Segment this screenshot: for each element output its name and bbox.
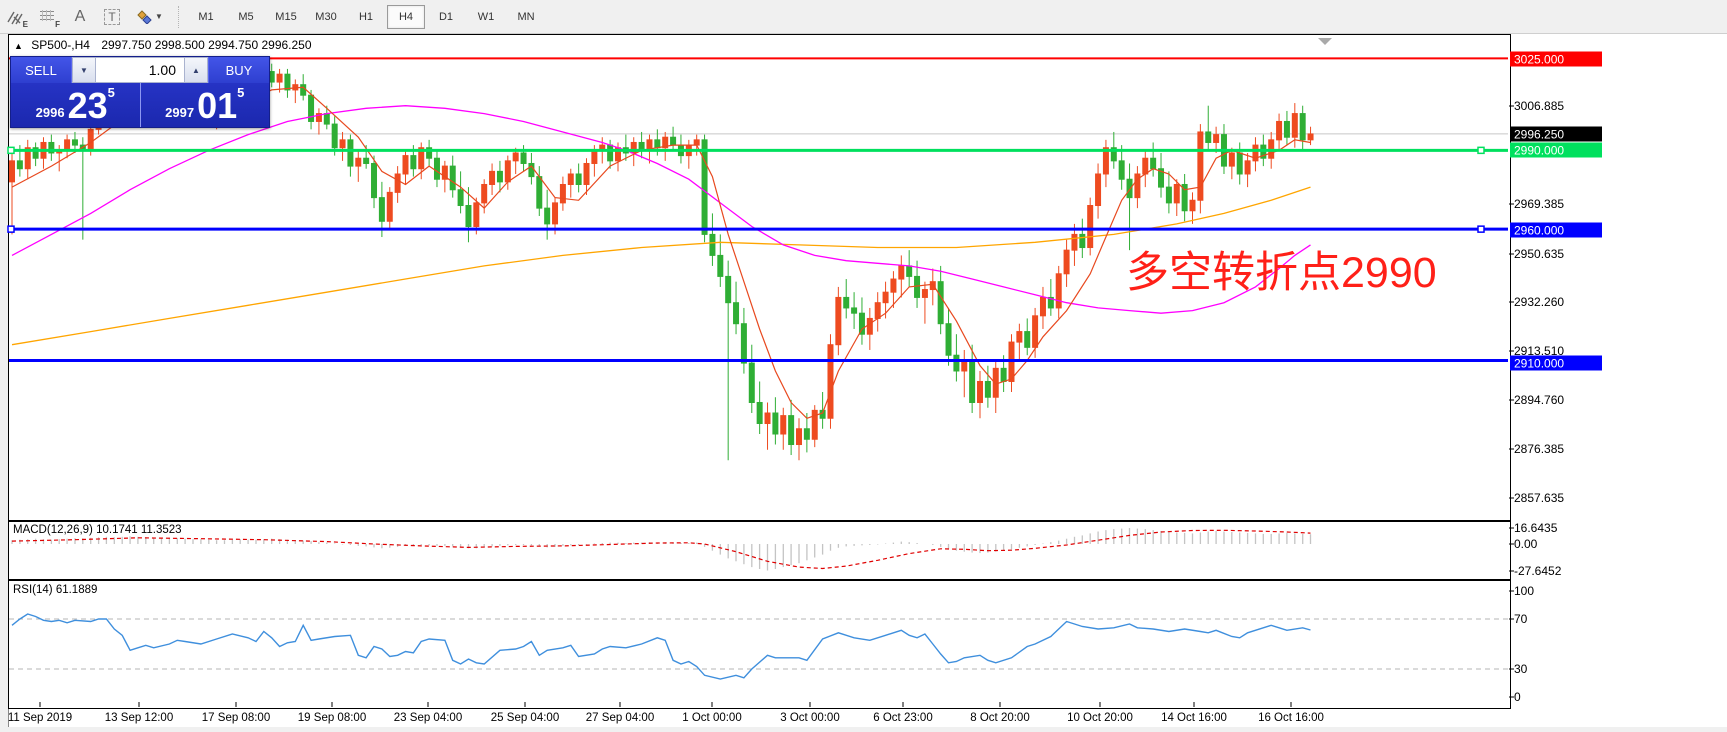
line-handle <box>1478 226 1484 232</box>
volume-increase-button[interactable]: ▲ <box>184 57 208 83</box>
macd-signal-line <box>12 530 1311 568</box>
chart-title: ▲ SP500-,H4 2997.750 2998.500 2994.750 2… <box>14 38 312 52</box>
line-handle <box>1478 147 1484 153</box>
ma-mid-line <box>12 106 1311 314</box>
sell-price[interactable]: 2996 23 5 <box>11 83 141 127</box>
volume-decrease-button[interactable]: ▼ <box>72 57 96 83</box>
buy-button[interactable]: BUY <box>208 57 269 83</box>
mt4-window: E F A T ▼ M1M5M15M30H1H4D1 <box>0 0 1727 732</box>
macd-label: MACD(12,26,9) 10.1741 11.3523 <box>13 524 182 536</box>
macd-histogram <box>12 528 1311 571</box>
chart-annotation-text: 多空转折点2990 <box>1126 252 1437 295</box>
ohlc-values: 2997.750 2998.500 2994.750 2996.250 <box>101 38 311 52</box>
volume-input[interactable]: 1.00 <box>96 57 184 83</box>
line-handle <box>8 226 14 232</box>
buy-price[interactable]: 2997 01 5 <box>141 83 270 127</box>
scroll-end-marker-icon <box>1318 38 1332 45</box>
ma-fast-line <box>12 87 1311 418</box>
collapse-triangle-icon[interactable]: ▲ <box>14 41 23 51</box>
symbol-label: SP500-,H4 <box>31 38 90 52</box>
rsi-label: RSI(14) 61.1889 <box>13 584 97 596</box>
sell-button[interactable]: SELL <box>11 57 72 83</box>
line-handle <box>8 147 14 153</box>
one-click-trading-panel: SELL ▼ 1.00 ▲ BUY 2996 23 5 2997 01 5 <box>10 56 270 128</box>
ma-slow-line <box>12 187 1311 345</box>
